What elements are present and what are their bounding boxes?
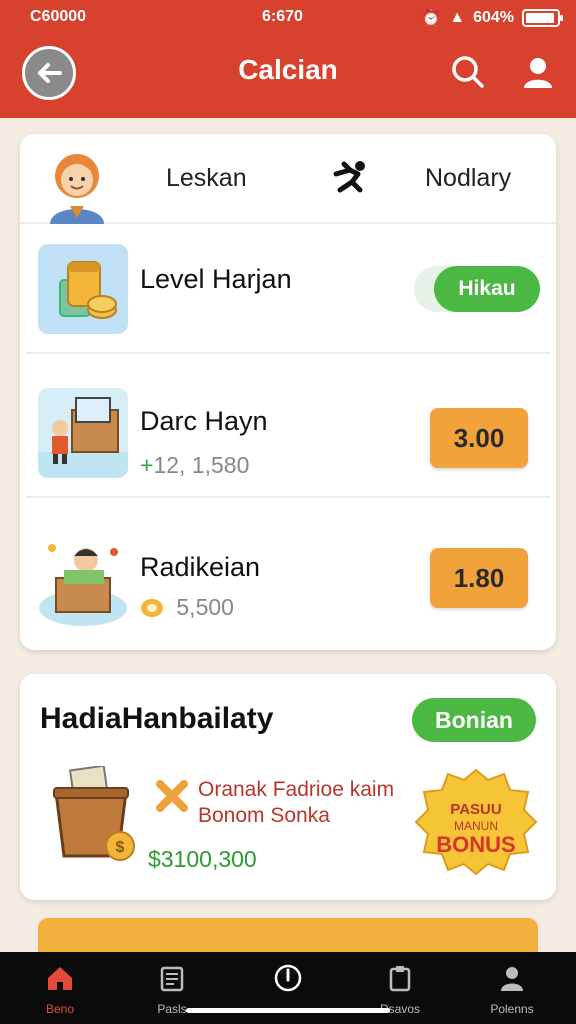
battery-icon bbox=[522, 9, 563, 27]
coin-icon bbox=[141, 599, 163, 617]
nav-profile[interactable]: Polenns bbox=[462, 952, 562, 1024]
profile-button[interactable] bbox=[518, 52, 558, 92]
bonus-amount: $3100,300 bbox=[148, 846, 257, 872]
nav-label: Beno bbox=[45, 1002, 75, 1016]
item-subvalue-number: 5,500 bbox=[176, 594, 234, 620]
home-icon bbox=[48, 967, 72, 990]
badge-mid-text: MANUN bbox=[454, 819, 498, 833]
boy-box-icon bbox=[39, 544, 127, 626]
tab-leskan[interactable]: Leskan bbox=[166, 164, 247, 193]
home-indicator bbox=[186, 1008, 390, 1013]
svg-text:$: $ bbox=[116, 839, 125, 856]
clipboard-icon bbox=[389, 966, 411, 992]
nav-clipboard[interactable]: Dsavos bbox=[350, 952, 450, 1024]
item-subvalue-number: 12, 1,580 bbox=[153, 452, 250, 478]
app-header: C60000 6:670 ⏰ ▲ 604% Calcian bbox=[0, 0, 576, 118]
running-icon[interactable] bbox=[330, 160, 370, 196]
bonus-card-title: HadiaHanbailaty bbox=[40, 702, 274, 735]
compass-icon bbox=[274, 964, 302, 992]
money-bucket-icon: $ bbox=[53, 766, 135, 861]
nav-news[interactable]: Pasls bbox=[122, 952, 222, 1024]
avatar[interactable] bbox=[42, 144, 112, 224]
badge-top-text: PASUU bbox=[450, 801, 501, 818]
bonus-badge[interactable]: PASUU MANUN BONUS bbox=[414, 766, 538, 878]
laptop-box-icon bbox=[38, 388, 128, 478]
badge-bonus-text: BONUS bbox=[436, 832, 515, 857]
status-time: 6:670 bbox=[262, 8, 303, 25]
toggle-label: Hikau bbox=[434, 266, 540, 312]
signal-icon: ▲ bbox=[449, 9, 466, 26]
news-icon bbox=[160, 966, 184, 992]
alarm-icon: ⏰ bbox=[421, 10, 442, 27]
profile-icon bbox=[501, 967, 523, 991]
nav-compass[interactable] bbox=[238, 952, 338, 1024]
item-name: Radikeian bbox=[140, 552, 261, 582]
plus-sign: + bbox=[140, 452, 154, 478]
item-name: Level Harjan bbox=[140, 264, 292, 294]
close-x-icon[interactable] bbox=[154, 778, 190, 814]
list-item[interactable]: Level Harjan Hikau bbox=[26, 234, 550, 354]
item-subvalue: +12, 1,580 bbox=[140, 452, 249, 479]
list-item[interactable]: Radikeian 5,500 1.80 bbox=[26, 522, 550, 642]
bonus-card: HadiaHanbailaty Bonian $ Oranak Fadrioe … bbox=[20, 674, 556, 900]
bonus-line-2: Bonom Sonka bbox=[198, 804, 330, 827]
nav-home[interactable]: Beno bbox=[10, 952, 110, 1024]
status-icons: ⏰ ▲ 604% bbox=[421, 8, 514, 28]
item-subvalue: 5,500 bbox=[140, 594, 234, 621]
item-name: Darc Hayn bbox=[140, 406, 268, 436]
tab-nodlary[interactable]: Nodlary bbox=[425, 164, 511, 193]
status-battery-text: 604% bbox=[473, 9, 514, 26]
user-icon bbox=[524, 58, 552, 88]
bottom-nav: Beno Pasls Dsavos Polenns bbox=[0, 952, 576, 1024]
price-button[interactable]: 1.80 bbox=[430, 548, 528, 608]
page-title: Calcian bbox=[238, 54, 338, 85]
tab-bar: Leskan Nodlary bbox=[20, 134, 556, 224]
search-icon bbox=[452, 56, 484, 88]
list-item[interactable]: Darc Hayn +12, 1,580 3.00 bbox=[26, 376, 550, 498]
status-bar: C60000 6:670 ⏰ ▲ 604% bbox=[0, 6, 576, 28]
price-button[interactable]: 3.00 bbox=[430, 408, 528, 468]
nav-label: Polenns bbox=[490, 1002, 534, 1016]
jar-coins-icon bbox=[38, 244, 128, 334]
search-button[interactable] bbox=[448, 52, 488, 92]
bonus-pill-button[interactable]: Bonian bbox=[412, 698, 536, 742]
item-toggle[interactable]: Hikau bbox=[414, 266, 540, 312]
bonus-line-1: Oranak Fadrioe kaim bbox=[198, 778, 395, 801]
list-card: Leskan Nodlary Level Harjan Hikau Darc H… bbox=[20, 134, 556, 650]
status-carrier: C60000 bbox=[30, 8, 87, 25]
